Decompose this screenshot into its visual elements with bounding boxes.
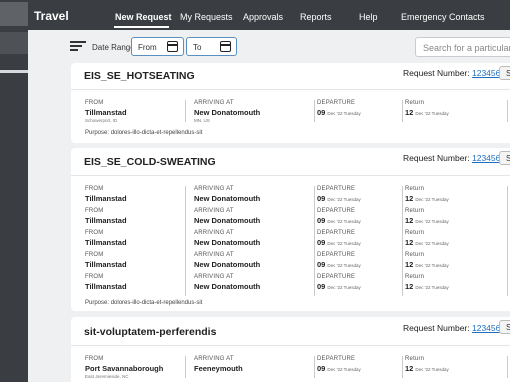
destination: ARRIVING AT New Donatomouth — [194, 208, 261, 225]
departure-date: DEPARTURE 09 Dec '22 Tuesday — [317, 252, 361, 269]
trip-search-input[interactable]: Search for a particular trip — [415, 37, 510, 57]
trip-purpose: Purpose: dolores-illo-dicta-et-repellend… — [85, 130, 203, 136]
calendar-icon[interactable] — [167, 41, 178, 52]
return-date: Return 12 Dec '22 Tuesday — [405, 274, 449, 291]
trip-leg: FROM Tillmanstad ARRIVING AT New Donatomou… — [71, 230, 510, 252]
sidebar-block-second[interactable] — [0, 32, 28, 54]
date-to-input[interactable]: To — [186, 37, 237, 56]
origin: FROM Tillmanstad — [85, 274, 127, 291]
date-from-placeholder: From — [138, 43, 157, 52]
origin: FROM Tillmanstad — [85, 208, 127, 225]
request-number: Request Number: 123456 — [403, 153, 501, 163]
request-number-link[interactable]: 123456 — [472, 323, 500, 333]
left-sidebar — [0, 0, 28, 382]
sidebar-block-top[interactable] — [0, 2, 28, 26]
calendar-icon[interactable] — [220, 41, 231, 52]
nav-approvals[interactable]: Approvals — [243, 12, 283, 22]
departure-date: DEPARTURE 09 Dec '22 Tuesday — [317, 208, 361, 225]
departure-date: DEPARTURE 09 Dec '22 Tuesday — [317, 274, 361, 291]
card-divider — [71, 175, 510, 176]
return-date: Return 12 Dec '22 Tuesday — [405, 186, 449, 203]
return-date: Return 12 Dec '22 Tuesday — [405, 230, 449, 247]
request-card[interactable]: sit-voluptatem-perferendis Request Numbe… — [71, 317, 510, 382]
request-title: EIS_SE_COLD-SWEATING — [84, 156, 216, 168]
origin: FROM Tillmanstad — [85, 252, 127, 269]
origin: FROM Port Savannaborough East Jeremieside,… — [85, 356, 164, 379]
trip-purpose: Purpose: dolores-illo-dicta-et-repellend… — [85, 300, 203, 306]
request-title: sit-voluptatem-perferendis — [84, 326, 217, 338]
card-divider — [71, 89, 510, 90]
request-card[interactable]: EIS_SE_HOTSEATING Request Number: 123456… — [71, 63, 510, 143]
date-from-input[interactable]: From — [131, 37, 184, 56]
request-number-link[interactable]: 123456 — [472, 153, 500, 163]
request-action-button[interactable]: S — [499, 151, 510, 165]
trip-leg: FROM Tillmanstad ARRIVING AT New Donatomou… — [71, 274, 510, 296]
request-title: EIS_SE_HOTSEATING — [84, 70, 195, 82]
trip-leg: FROM Tillmanstad ARRIVING AT New Donatomou… — [71, 208, 510, 230]
request-action-button[interactable]: S — [499, 66, 510, 80]
trip-leg: FROM Tillmanstad Schowerport, ID ARRIVING … — [71, 100, 510, 123]
departure-date: DEPARTURE 09 Dec '22 Tuesday — [317, 230, 361, 247]
request-action-button[interactable]: S — [499, 320, 510, 334]
departure-date: DEPARTURE 09 Dec '22 Tuesday — [317, 100, 361, 117]
origin: FROM Tillmanstad — [85, 230, 127, 247]
return-date: Return 12 Dec '22 Tuesday — [405, 356, 449, 373]
nav-emergency-contacts[interactable]: Emergency Contacts — [401, 12, 485, 22]
destination: ARRIVING AT New Donatomouth — [194, 274, 261, 291]
return-date: Return 12 Dec '22 Tuesday — [405, 252, 449, 269]
date-to-placeholder: To — [193, 43, 202, 52]
card-divider — [71, 345, 510, 346]
origin: FROM Tillmanstad Schowerport, ID — [85, 100, 127, 123]
departure-date: DEPARTURE 09 Dec '22 Tuesday — [317, 186, 361, 203]
return-date: Return 12 Dec '22 Tuesday — [405, 100, 449, 117]
sidebar-divider — [0, 70, 28, 73]
destination: ARRIVING AT New Donatomouth — [194, 252, 261, 269]
trip-leg: FROM Port Savannaborough East Jeremieside,… — [71, 356, 510, 379]
app-title: Travel — [34, 9, 69, 23]
trip-leg: FROM Tillmanstad ARRIVING AT New Donatomou… — [71, 252, 510, 274]
nav-my-requests[interactable]: My Requests — [180, 12, 233, 22]
request-number-link[interactable]: 123456 — [472, 68, 500, 78]
origin: FROM Tillmanstad — [85, 186, 127, 203]
nav-reports[interactable]: Reports — [300, 12, 332, 22]
nav-help[interactable]: Help — [359, 12, 378, 22]
filter-icon[interactable] — [70, 41, 86, 53]
destination: ARRIVING AT New Donatomouth MN, US — [194, 100, 261, 123]
departure-date: DEPARTURE 09 Dec '22 Tuesday — [317, 356, 361, 373]
return-date: Return 12 Dec '22 Tuesday — [405, 208, 449, 225]
destination: ARRIVING AT Feeneymouth — [194, 356, 243, 373]
active-tab-indicator — [114, 26, 169, 28]
destination: ARRIVING AT New Donatomouth — [194, 186, 261, 203]
trip-leg: FROM Tillmanstad ARRIVING AT New Donatomou… — [71, 186, 510, 208]
request-card[interactable]: EIS_SE_COLD-SWEATING Request Number: 123… — [71, 148, 510, 311]
date-range-label: Date Range — [92, 43, 135, 52]
nav-new-request[interactable]: New Request — [115, 12, 172, 22]
top-navigation: Travel New Request My Requests Approvals… — [28, 0, 510, 30]
request-number: Request Number: 123456 — [403, 323, 501, 333]
destination: ARRIVING AT New Donatomouth — [194, 230, 261, 247]
request-number: Request Number: 123456 — [403, 68, 501, 78]
